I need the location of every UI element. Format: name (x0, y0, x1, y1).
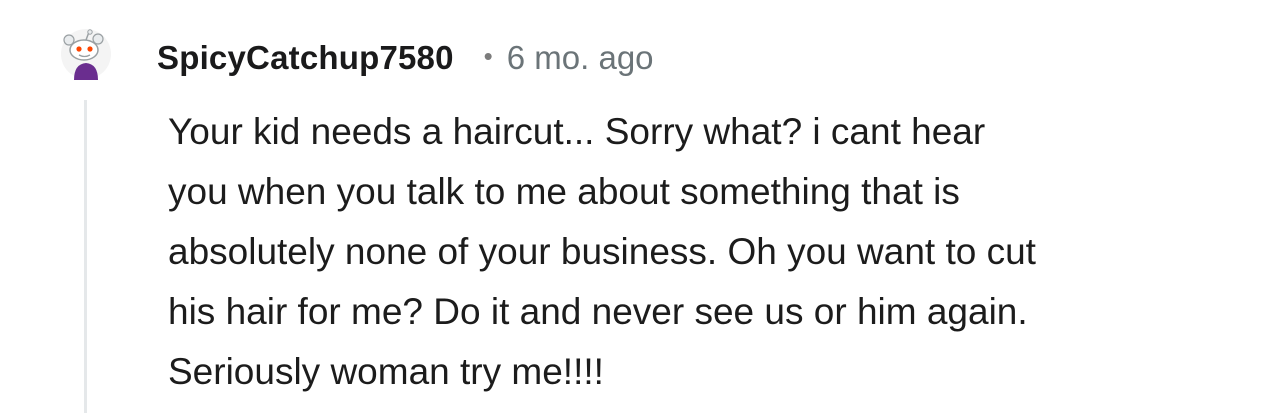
comment-body-line: Seriously woman try me!!!! (168, 351, 604, 392)
comment-age[interactable]: 6 mo. ago (507, 39, 654, 77)
comment-header: SpicyCatchup7580 • 6 mo. ago (157, 34, 654, 82)
comment-body-line: his hair for me? Do it and never see us … (168, 291, 1028, 332)
thread-line[interactable] (84, 100, 87, 413)
username-link[interactable]: SpicyCatchup7580 (157, 39, 454, 77)
comment: SpicyCatchup7580 • 6 mo. ago Your kid ne… (0, 0, 1284, 413)
separator-dot: • (483, 40, 493, 71)
snoo-avatar-icon (61, 29, 111, 80)
comment-body-line: Your kid needs a haircut... Sorry what? … (168, 111, 986, 152)
user-avatar[interactable] (60, 28, 112, 80)
comment-body-line: you when you talk to me about something … (168, 171, 960, 212)
comment-body-line: absolutely none of your business. Oh you… (168, 231, 1036, 272)
comment-body: Your kid needs a haircut... Sorry what? … (168, 102, 1248, 402)
